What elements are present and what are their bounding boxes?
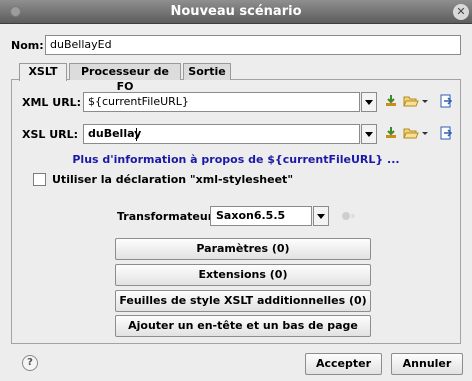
close-icon[interactable]: ✕ [453, 4, 469, 20]
title-bar: Nouveau scénario ✕ [0, 0, 472, 24]
folder-open-icon[interactable] [403, 126, 419, 140]
extensions-button[interactable]: Extensions (0) [115, 264, 371, 286]
xml-url-label: XML URL: [22, 96, 82, 109]
open-editor-icon[interactable] [439, 94, 453, 108]
name-input[interactable]: duBellayEd [45, 35, 461, 55]
name-label: Nom: [11, 39, 44, 52]
header-footer-button[interactable]: Ajouter un en-tête et un bas de page [115, 315, 371, 337]
xml-url-input[interactable]: ${currentFileURL} [83, 92, 360, 112]
transformer-label: Transformateur: [117, 210, 218, 223]
text-caret [136, 128, 137, 141]
tab-xslt[interactable]: XSLT [19, 63, 67, 81]
accept-button[interactable]: Accepter [305, 353, 382, 375]
xml-url-history-button[interactable] [361, 92, 377, 112]
open-editor-icon[interactable] [439, 126, 453, 140]
folder-open-icon[interactable] [403, 94, 419, 108]
transformer-options-icon [340, 210, 358, 224]
tab-output[interactable]: Sortie [183, 63, 231, 80]
xsl-url-input[interactable]: duBellay [83, 124, 360, 144]
help-icon[interactable]: ? [22, 355, 38, 371]
xml-stylesheet-checkbox[interactable] [33, 173, 46, 186]
xml-stylesheet-label[interactable]: Utiliser la déclaration "xml-stylesheet" [52, 173, 293, 186]
window-title: Nouveau scénario [170, 4, 302, 19]
browse-menu-arrow[interactable] [422, 126, 429, 140]
insert-variable-icon[interactable] [384, 126, 398, 140]
xsl-url-label: XSL URL: [22, 128, 79, 141]
xsl-url-history-button[interactable] [361, 124, 377, 144]
parameters-button[interactable]: Paramètres (0) [115, 238, 371, 260]
info-link[interactable]: Plus d'information à propos de ${current… [0, 153, 472, 166]
transformer-select[interactable]: Saxon6.5.5 [210, 206, 312, 226]
additional-xslt-button[interactable]: Feuilles de style XSLT additionnelles (0… [115, 290, 371, 312]
tab-fo-processor[interactable]: Processeur de FO [69, 63, 181, 93]
insert-variable-icon[interactable] [384, 94, 398, 108]
cancel-button[interactable]: Annuler [391, 353, 463, 375]
transformer-dropdown-button[interactable] [313, 206, 329, 226]
browse-menu-arrow[interactable] [422, 94, 429, 108]
